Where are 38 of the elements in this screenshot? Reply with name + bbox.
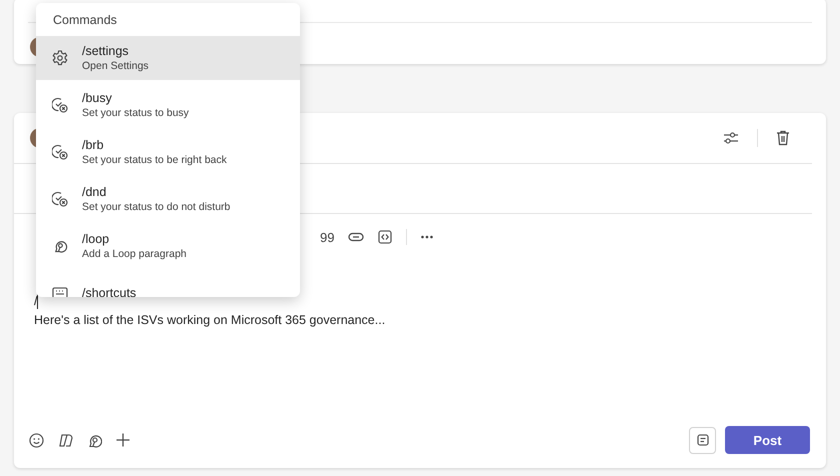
- command-item[interactable]: /busy Set your status to busy: [36, 83, 300, 127]
- command-description: Set your status to do not disturb: [82, 200, 230, 214]
- command-name: /busy: [82, 90, 113, 106]
- loop-icon: [52, 239, 68, 253]
- link-icon[interactable]: [348, 232, 364, 242]
- format-icon: [696, 434, 708, 446]
- status-icon: [52, 144, 68, 160]
- command-item[interactable]: /settings Open Settings: [36, 36, 300, 80]
- plus-icon[interactable]: [116, 433, 130, 447]
- command-name: /dnd: [82, 184, 108, 200]
- more-icon[interactable]: [421, 235, 434, 239]
- keyboard-icon: [52, 287, 68, 297]
- message-text: Here's a list of the ISVs working on Microsoft 365 governance...: [34, 312, 386, 329]
- command-item[interactable]: /dnd Set your status to do not disturb: [36, 177, 300, 221]
- command-description: Set your status to be right back: [82, 153, 227, 167]
- format-button[interactable]: [689, 426, 716, 454]
- command-name: /loop: [82, 231, 110, 247]
- command-description: Set your status to busy: [82, 106, 189, 120]
- status-icon: [52, 97, 68, 113]
- post-button[interactable]: Post: [725, 426, 810, 454]
- status-icon: [52, 191, 68, 207]
- code-icon[interactable]: [378, 230, 392, 244]
- menu-title: Commands: [52, 12, 118, 29]
- command-description: Open Settings: [82, 59, 149, 73]
- command-name: /brb: [82, 137, 105, 153]
- loop-icon[interactable]: [87, 432, 102, 448]
- emoji-icon[interactable]: [29, 432, 44, 448]
- gear-icon: [52, 50, 68, 66]
- loop-apps-icon[interactable]: [58, 432, 73, 448]
- quote-button[interactable]: 99: [320, 230, 334, 244]
- command-item[interactable]: /shortcuts: [36, 271, 300, 297]
- command-name: /settings: [82, 43, 130, 59]
- trash-icon[interactable]: [776, 130, 790, 146]
- command-item[interactable]: /brb Set your status to be right back: [36, 130, 300, 174]
- command-name: /shortcuts: [82, 285, 136, 297]
- command-item[interactable]: /loop Add a Loop paragraph: [36, 224, 300, 268]
- command-description: Add a Loop paragraph: [82, 247, 187, 261]
- sliders-icon[interactable]: [723, 131, 739, 145]
